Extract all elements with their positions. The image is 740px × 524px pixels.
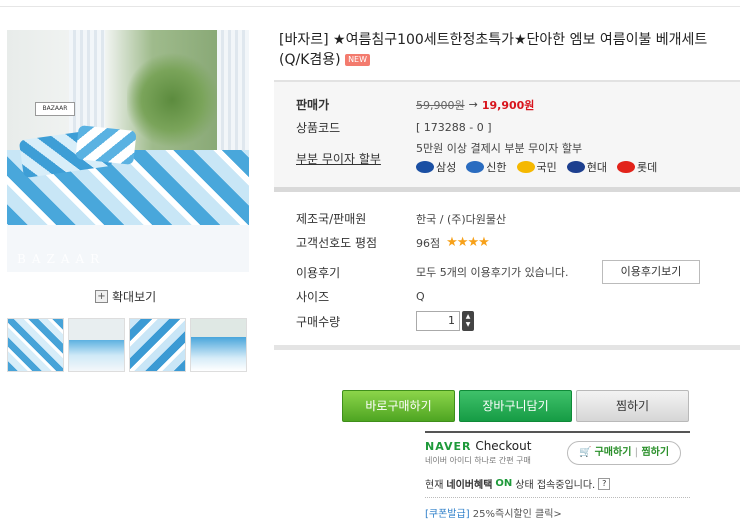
installment-row: 부분 무이자 할부 5만원 이상 결제시 부분 무이자 할부 삼성 신한 국민 현대 롯… <box>296 140 657 175</box>
review-label: 이용후기 <box>296 265 341 280</box>
thumbnail-4[interactable] <box>190 318 247 372</box>
qty-label: 구매수량 <box>296 314 341 329</box>
review-row: 이용후기 모두 5개의 이용후기가 있습니다. 이용후기보기 <box>296 260 700 284</box>
card-name: 현대 <box>586 161 607 174</box>
status-brand: 네이버혜택 <box>446 480 493 491</box>
quantity-stepper-arrows[interactable]: ▲ ▼ <box>462 311 474 331</box>
thumbnail-2[interactable] <box>68 318 125 372</box>
star-icon: ★ <box>456 235 469 250</box>
naver-wish-label[interactable]: 찜하기 <box>641 447 669 458</box>
review-text: 모두 5개의 이용후기가 있습니다. <box>416 266 569 279</box>
naver-checkout-panel: NAVER Checkout 네이버 아이디 하나로 간편 구매 🛒 구매하기 … <box>425 431 690 520</box>
status-on: ON <box>495 478 513 489</box>
star-icon: ★ <box>478 235 490 250</box>
image-plant <box>127 50 217 150</box>
image-watermark: BAZAAR <box>17 252 106 266</box>
card-2: 국민 <box>516 159 557 175</box>
coupon-link[interactable]: [쿠폰발급] 25%즉시할인 클릭> <box>425 505 690 520</box>
naver-buy-wish-button[interactable]: 🛒 구매하기 | 찜하기 <box>567 441 681 465</box>
card-3: 현대 <box>566 159 607 175</box>
card-name: 국민 <box>536 161 557 174</box>
coupon-tag[interactable]: [쿠폰발급] <box>425 509 470 520</box>
cart-icon: 🛒 <box>578 447 592 458</box>
installment-info: 5만원 이상 결제시 부분 무이자 할부 삼성 신한 국민 현대 롯데 <box>416 140 657 175</box>
naver-buy-label[interactable]: 구매하기 <box>595 447 632 458</box>
maker-label: 제조국/판매원 <box>296 212 367 226</box>
quantity-input[interactable]: 1 <box>416 311 460 331</box>
new-badge: NEW <box>345 54 371 66</box>
thumbnail-1[interactable] <box>7 318 64 372</box>
product-title-block: [바자르] ★여름침구100세트한정초특가★단아한 엠보 여름이불 베개세트 (… <box>279 30 740 70</box>
card-list: 삼성 신한 국민 현대 롯데 <box>416 159 657 175</box>
card-logo-icon <box>416 161 434 173</box>
chevron-down-icon[interactable]: ▼ <box>466 321 471 329</box>
qty-row: 구매수량 1 ▲ ▼ <box>296 311 474 331</box>
naver-brand: NAVER <box>425 440 472 453</box>
installment-link[interactable]: 부분 무이자 할부 <box>296 150 416 167</box>
coupon-text[interactable]: 25%즉시할인 클릭> <box>473 509 562 520</box>
image-sign: BAZAAR <box>35 102 75 116</box>
rating-row: 고객선호도 평점 96점 ★★★★ <box>296 234 490 251</box>
review-button[interactable]: 이용후기보기 <box>602 260 700 284</box>
add-to-cart-button[interactable]: 장바구니담기 <box>459 390 572 422</box>
product-main-image[interactable]: BAZAAR BAZAAR <box>7 30 249 272</box>
thumbnail-strip <box>7 318 247 372</box>
zoom-label: 확대보기 <box>112 290 157 304</box>
plus-icon: + <box>95 290 108 303</box>
card-logo-icon <box>566 161 585 173</box>
image-pillow-2 <box>75 125 137 165</box>
card-name: 롯데 <box>637 161 658 174</box>
thumbnail-3[interactable] <box>129 318 186 372</box>
card-logo-icon <box>516 161 535 173</box>
naver-status-line: 현재 네이버혜택 ON 상태 접속중입니다. ? <box>425 476 690 491</box>
size-label: 사이즈 <box>296 290 330 304</box>
info-box: 제조국/판매원 한국 / (주)다원물산 고객선호도 평점 96점 ★★★★ 이… <box>274 198 740 350</box>
image-curtain-right <box>217 30 249 170</box>
price-label: 판매가 <box>296 98 330 112</box>
sale-price: 19,900원 <box>481 98 535 112</box>
code-label: 상품코드 <box>296 121 341 135</box>
star-rating: ★★★★ <box>446 235 490 250</box>
maker-value: 한국 / (주)다원물산 <box>416 212 507 226</box>
size-row: 사이즈 Q <box>296 288 425 305</box>
top-divider <box>0 6 740 7</box>
price-arrow: → <box>468 98 478 111</box>
zoom-button[interactable]: + 확대보기 <box>95 288 156 305</box>
maker-row: 제조국/판매원 한국 / (주)다원물산 <box>296 210 506 227</box>
naver-checkout-word: Checkout <box>475 439 532 453</box>
card-0: 삼성 <box>416 159 456 175</box>
rating-value: 96점 <box>416 236 441 250</box>
card-logo-icon <box>617 161 635 173</box>
rating-label: 고객선호도 평점 <box>296 236 378 250</box>
status-suffix: 상태 접속중입니다. <box>515 480 596 491</box>
product-title: [바자르] ★여름침구100세트한정초특가★단아한 엠보 여름이불 베개세트 (… <box>279 32 708 68</box>
card-name: 신한 <box>486 161 507 174</box>
card-4: 롯데 <box>617 159 657 175</box>
dotted-divider <box>425 497 690 498</box>
status-prefix: 현재 <box>425 480 444 491</box>
price-row: 판매가 59,900원 → 19,900원 <box>296 96 534 113</box>
help-icon[interactable]: ? <box>598 477 611 490</box>
wishlist-button[interactable]: 찜하기 <box>576 390 689 422</box>
star-icon: ★ <box>467 235 479 250</box>
quantity-stepper: 1 ▲ ▼ <box>416 311 474 331</box>
card-1: 신한 <box>466 159 507 175</box>
star-icon: ★ <box>446 235 458 250</box>
original-price: 59,900원 <box>416 98 465 112</box>
buy-now-button[interactable]: 바로구매하기 <box>342 390 455 422</box>
size-value: Q <box>416 290 425 303</box>
chevron-up-icon[interactable]: ▲ <box>466 313 471 321</box>
card-logo-icon <box>466 161 485 173</box>
separator: | <box>634 447 639 458</box>
code-value: [ 173288 - 0 ] <box>416 121 492 134</box>
installment-text: 5만원 이상 결제시 부분 무이자 할부 <box>416 142 583 155</box>
card-name: 삼성 <box>436 161 457 174</box>
price-box: 판매가 59,900원 → 19,900원 상품코드 [ 173288 - 0 … <box>274 80 740 192</box>
code-row: 상품코드 [ 173288 - 0 ] <box>296 119 492 136</box>
